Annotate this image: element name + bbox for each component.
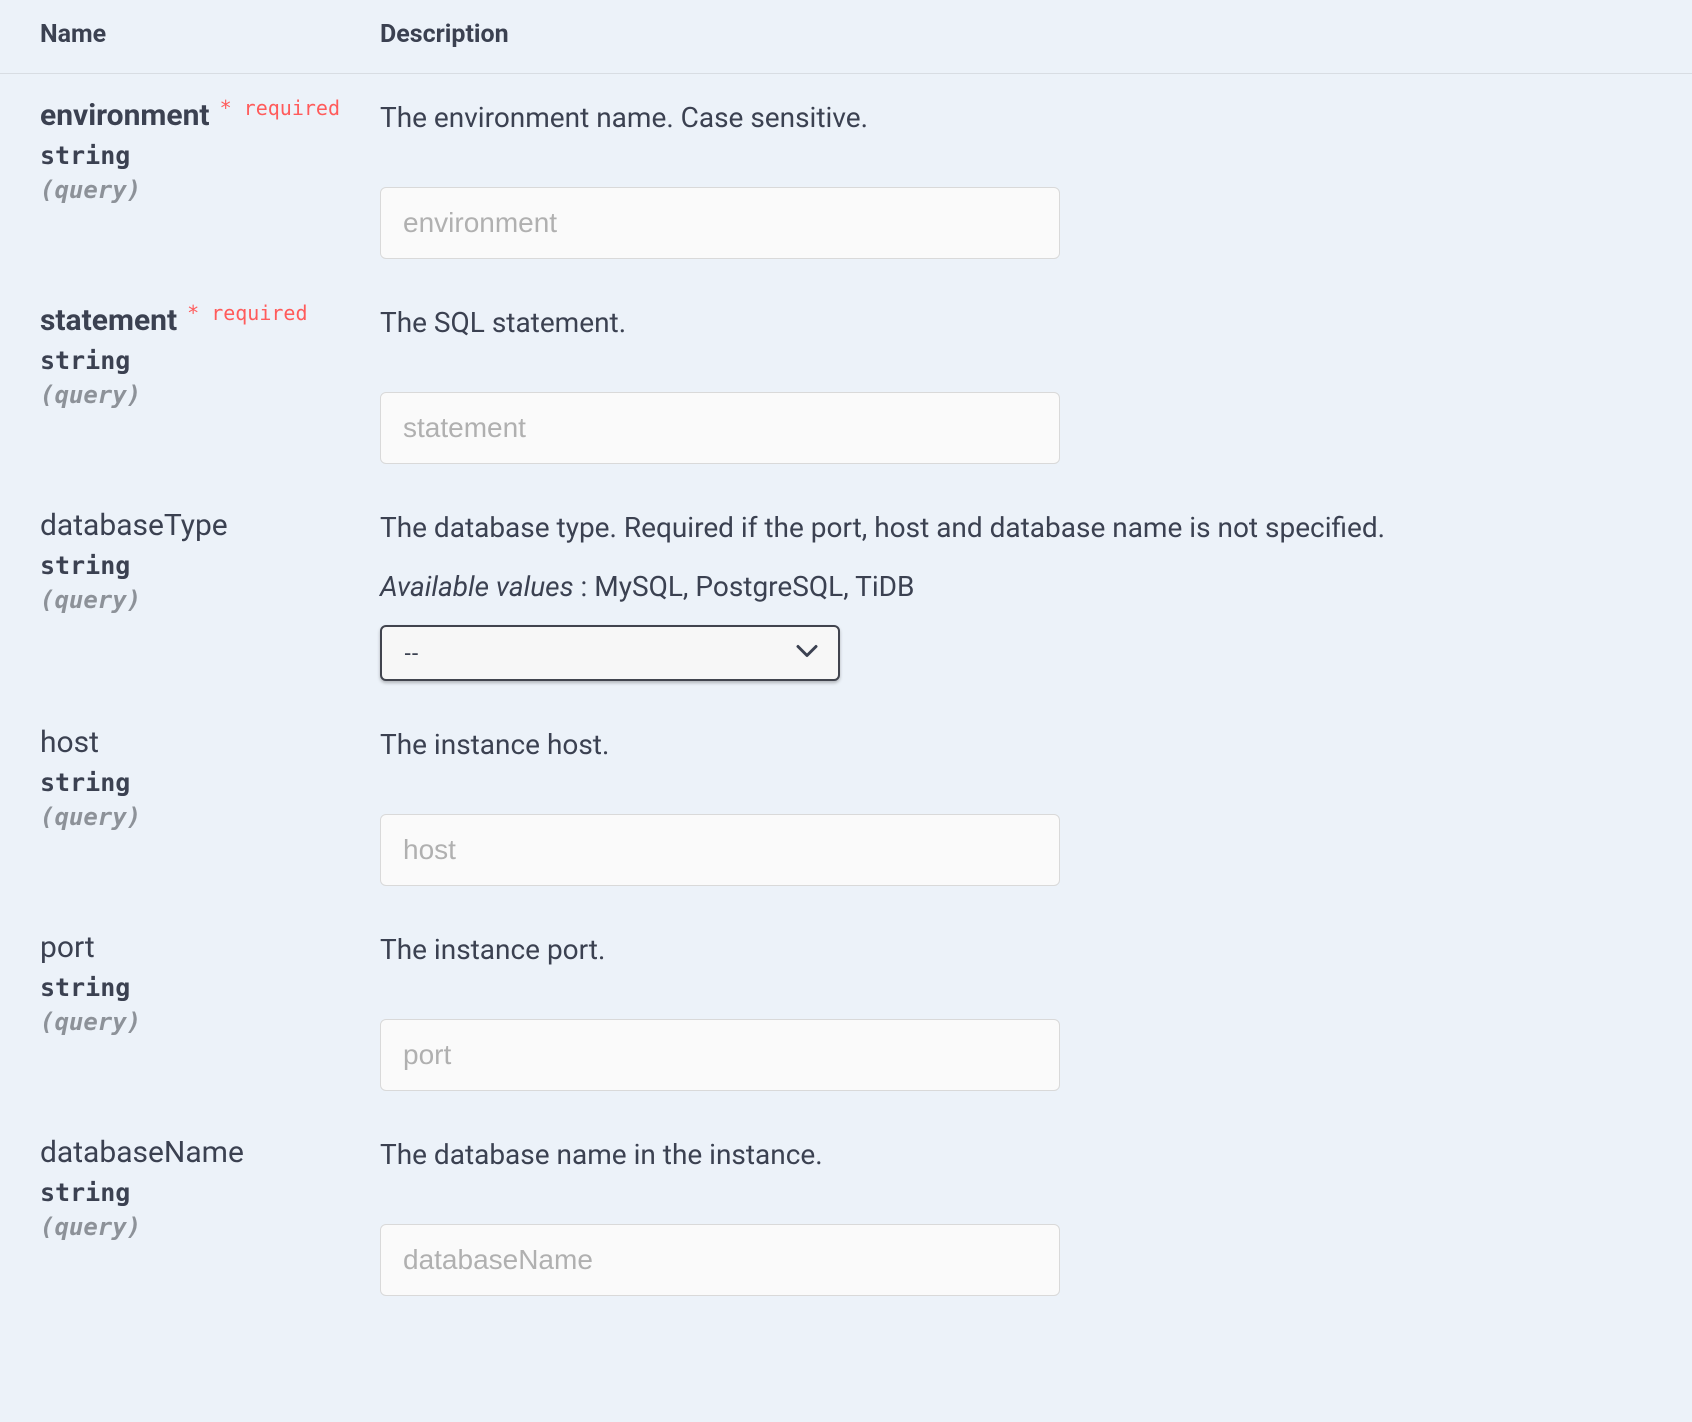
port-input[interactable] [380, 1019, 1060, 1091]
databasetype-select-wrap: -- [380, 625, 840, 681]
param-description-block: The database name in the instance. [380, 1135, 1652, 1296]
param-name-block: statement * required string (query) [40, 303, 380, 409]
param-description-block: The instance host. [380, 725, 1652, 886]
param-row-databasetype: databaseType string (query) The database… [0, 484, 1692, 700]
databasetype-select[interactable]: -- [380, 625, 840, 681]
param-description-block: The SQL statement. [380, 303, 1652, 464]
param-description: The database name in the instance. [380, 1135, 1652, 1174]
environment-input[interactable] [380, 187, 1060, 259]
param-location: (query) [40, 803, 360, 831]
param-type: string [40, 1178, 360, 1207]
column-header-description: Description [380, 20, 1652, 49]
param-name: databaseName [40, 1135, 244, 1170]
statement-input[interactable] [380, 392, 1060, 464]
param-type: string [40, 346, 360, 375]
param-row-environment: environment * required string (query) Th… [0, 74, 1692, 279]
param-description: The environment name. Case sensitive. [380, 98, 1652, 137]
param-name: environment [40, 98, 210, 133]
param-name: databaseType [40, 508, 228, 543]
param-description: The database type. Required if the port,… [380, 508, 1652, 547]
param-name-block: port string (query) [40, 930, 380, 1036]
parameters-table: Name Description environment * required … [0, 0, 1692, 1316]
host-input[interactable] [380, 814, 1060, 886]
param-description-block: The environment name. Case sensitive. [380, 98, 1652, 259]
param-name-block: environment * required string (query) [40, 98, 380, 204]
param-location: (query) [40, 1008, 360, 1036]
param-description: The instance port. [380, 930, 1652, 969]
param-name-block: databaseType string (query) [40, 508, 380, 614]
param-name-block: databaseName string (query) [40, 1135, 380, 1241]
param-type: string [40, 973, 360, 1002]
available-values: Available values : MySQL, PostgreSQL, Ti… [380, 570, 1652, 603]
param-description: The SQL statement. [380, 303, 1652, 342]
param-name: statement [40, 303, 177, 338]
param-description-block: The instance port. [380, 930, 1652, 1091]
param-row-statement: statement * required string (query) The … [0, 279, 1692, 484]
param-description: The instance host. [380, 725, 1652, 764]
param-description-block: The database type. Required if the port,… [380, 508, 1652, 680]
param-row-databasename: databaseName string (query) The database… [0, 1111, 1692, 1316]
param-name: host [40, 725, 99, 760]
column-header-name: Name [40, 20, 380, 49]
param-type: string [40, 768, 360, 797]
required-marker: * required [220, 96, 340, 120]
param-location: (query) [40, 176, 360, 204]
param-row-host: host string (query) The instance host. [0, 701, 1692, 906]
param-type: string [40, 551, 360, 580]
param-name: port [40, 930, 95, 965]
table-header-row: Name Description [0, 0, 1692, 74]
param-name-block: host string (query) [40, 725, 380, 831]
databasename-input[interactable] [380, 1224, 1060, 1296]
param-location: (query) [40, 586, 360, 614]
required-marker: * required [187, 301, 307, 325]
param-location: (query) [40, 381, 360, 409]
param-row-port: port string (query) The instance port. [0, 906, 1692, 1111]
param-location: (query) [40, 1213, 360, 1241]
param-type: string [40, 141, 360, 170]
